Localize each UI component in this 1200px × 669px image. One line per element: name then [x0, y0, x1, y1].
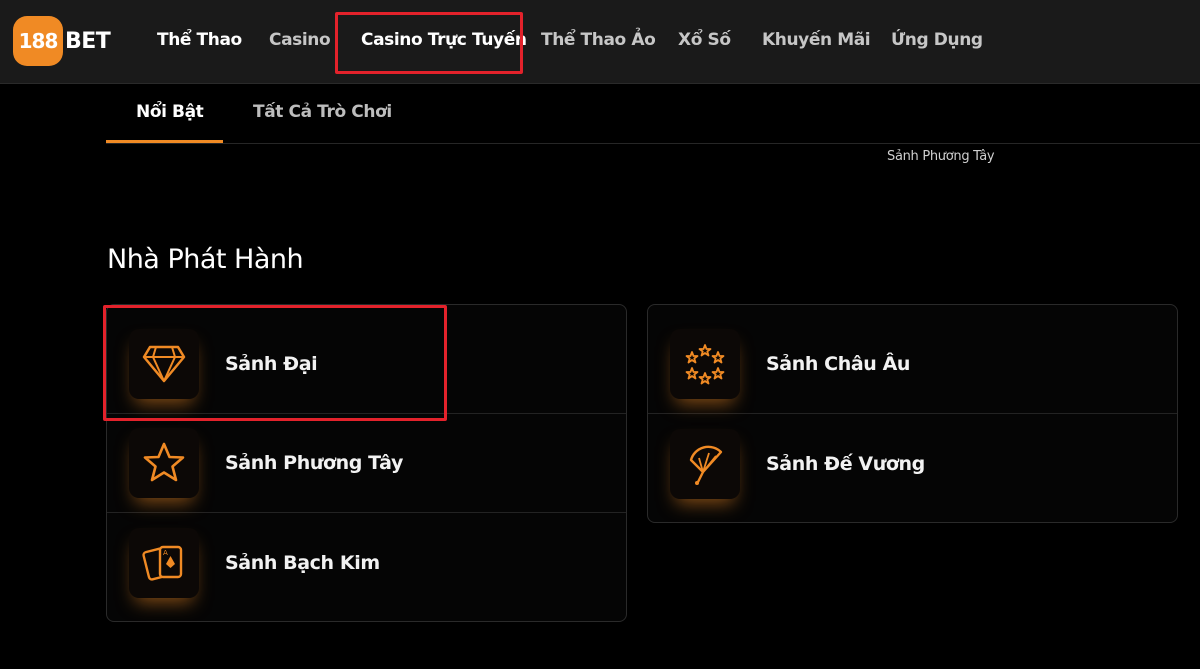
- provider-label: Sảnh Phương Tây: [225, 452, 404, 474]
- nav-item-casino[interactable]: Casino: [269, 30, 331, 54]
- fan-icon: [670, 428, 740, 499]
- provider-label: Sảnh Châu Âu: [766, 353, 911, 375]
- nav-highlight-box: [335, 12, 523, 74]
- subtab-bar: Nổi Bật Tất Cả Trò Chơi: [106, 90, 1200, 144]
- nav-item-the-thao[interactable]: Thể Thao: [157, 30, 242, 54]
- section-title: Nhà Phát Hành: [107, 244, 304, 275]
- active-tab-underline: [106, 140, 223, 143]
- star-icon: [129, 428, 199, 498]
- playing-cards-icon: A: [129, 527, 199, 598]
- hint-text: Sảnh Phương Tây: [887, 149, 995, 164]
- svg-text:A: A: [163, 549, 168, 557]
- tab-tat-ca-tro-choi[interactable]: Tất Cả Trò Chơi: [253, 102, 392, 122]
- star-circle-icon: [670, 329, 740, 399]
- providers-panel-right: Sảnh Châu Âu Sảnh Đế Vương: [647, 304, 1178, 523]
- logo-badge: 188: [13, 16, 63, 66]
- brand-logo[interactable]: 188 BET: [13, 16, 111, 66]
- provider-label: Sảnh Bạch Kim: [225, 551, 380, 574]
- nav-item-xo-so[interactable]: Xổ Số: [678, 30, 731, 54]
- provider-highlight-box: [103, 305, 447, 421]
- tab-noi-bat[interactable]: Nổi Bật: [136, 102, 204, 122]
- logo-text: BET: [65, 28, 111, 54]
- nav-item-khuyen-mai[interactable]: Khuyến Mãi: [762, 30, 871, 54]
- nav-item-the-thao-ao[interactable]: Thể Thao Ảo: [541, 30, 656, 54]
- provider-row-sanh-de-vuong[interactable]: Sảnh Đế Vương: [648, 414, 1177, 513]
- provider-row-sanh-chau-au[interactable]: Sảnh Châu Âu: [648, 315, 1177, 414]
- provider-row-sanh-bach-kim[interactable]: A Sảnh Bạch Kim: [107, 513, 626, 612]
- top-nav-bar: 188 BET Thể Thao Casino Casino Trực Tuyế…: [0, 0, 1200, 84]
- provider-label: Sảnh Đế Vương: [766, 452, 925, 475]
- provider-row-sanh-phuong-tay[interactable]: Sảnh Phương Tây: [107, 414, 626, 513]
- nav-item-ung-dung[interactable]: Ứng Dụng: [891, 30, 983, 54]
